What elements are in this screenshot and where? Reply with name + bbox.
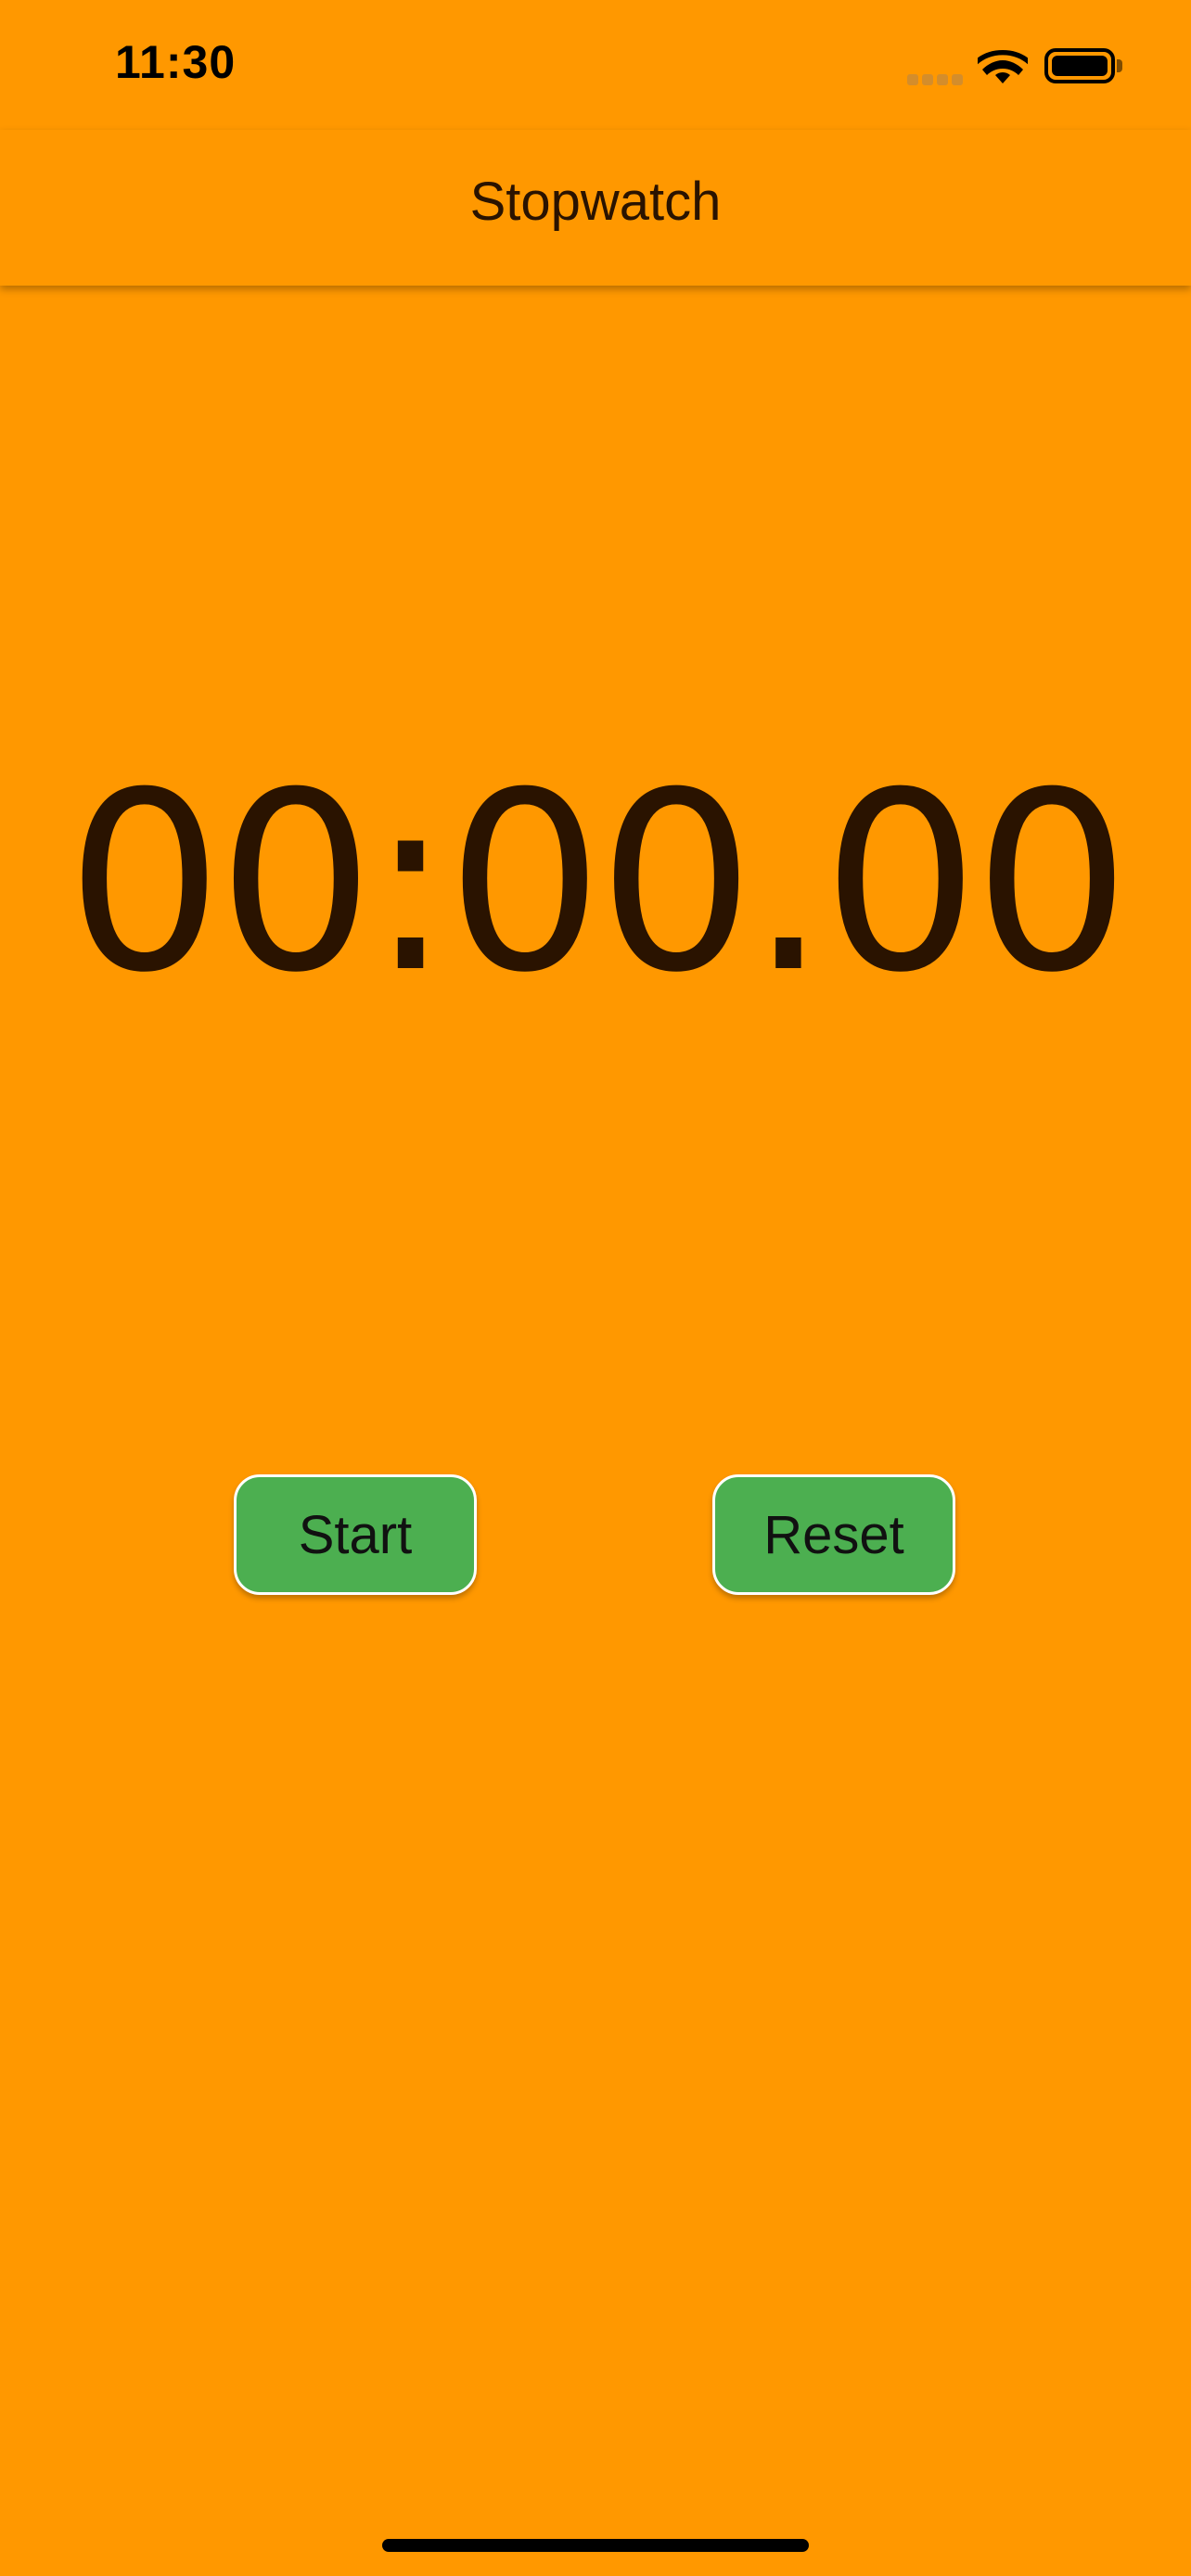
reset-button[interactable]: Reset: [712, 1474, 955, 1595]
status-bar: 11:30: [0, 0, 1191, 130]
start-button[interactable]: Start: [234, 1474, 477, 1595]
status-time: 11:30: [115, 36, 237, 88]
page-title: Stopwatch: [469, 172, 722, 232]
home-indicator[interactable]: [382, 2539, 809, 2552]
wifi-icon: [975, 48, 1031, 85]
battery-icon: [1044, 48, 1115, 83]
cellular-signal-icon: [907, 74, 963, 85]
stopwatch-time-display: 00:00.00: [66, 739, 1131, 1027]
battery-cap: [1117, 59, 1122, 72]
app-bar: Stopwatch: [0, 130, 1191, 286]
